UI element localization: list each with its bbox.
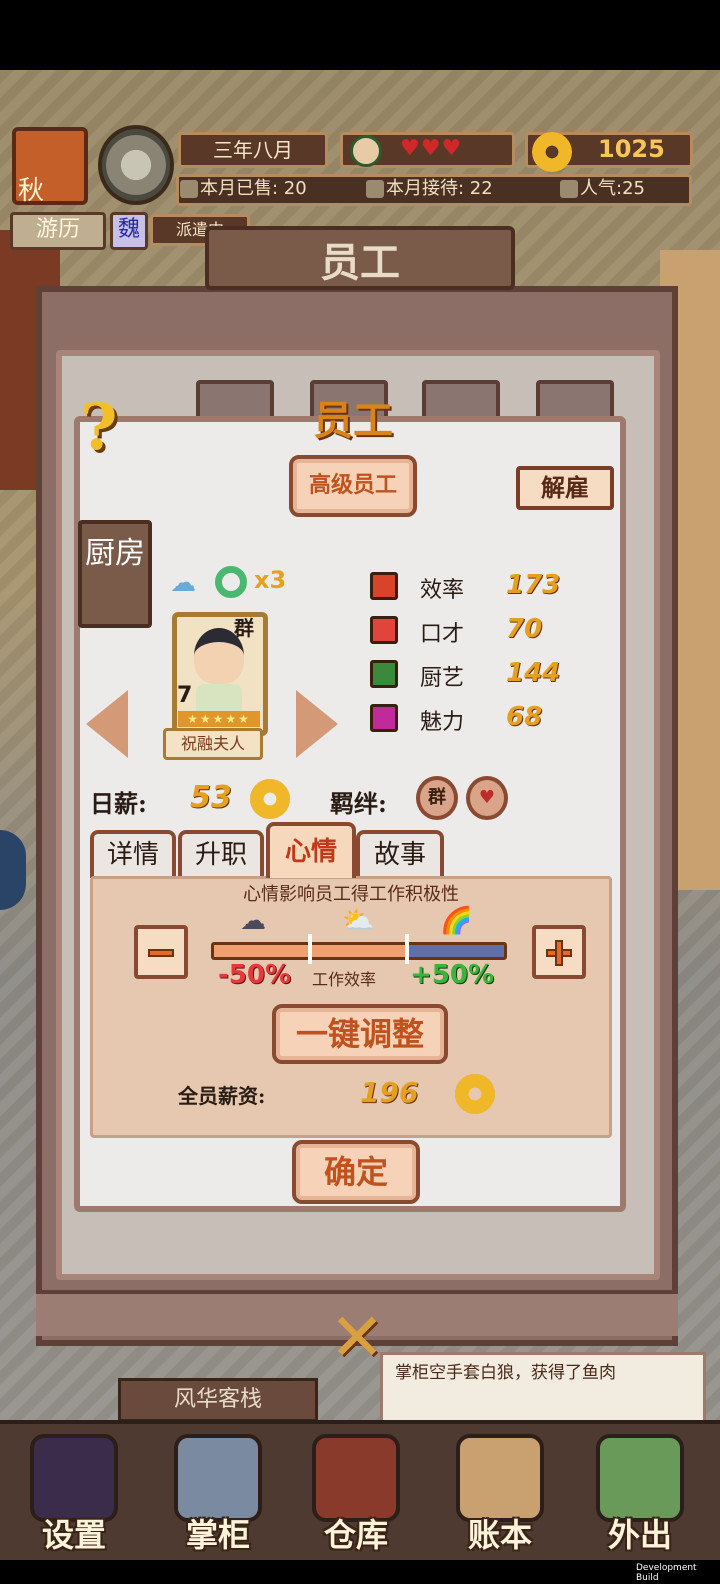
prev-employee-arrow-icon[interactable] <box>86 690 128 758</box>
settings-button[interactable]: 设置 <box>14 1430 134 1554</box>
confirm-button[interactable]: 确定 <box>292 1140 420 1204</box>
mood-max-label: +50% <box>410 960 495 990</box>
stat-cooking: 厨艺 144 <box>368 658 628 696</box>
dev-build-label: Development Build <box>636 1563 697 1583</box>
adjust-all-button[interactable]: 一键调整 <box>272 1004 448 1064</box>
mood-slider[interactable] <box>211 942 507 960</box>
received-this-month: 本月接待: 22 <box>366 177 493 201</box>
bond-badge-faction-icon[interactable]: 群 <box>416 776 458 820</box>
ledger-scroll-icon <box>456 1434 544 1522</box>
mood-effect-label: 工作效率 <box>312 970 377 989</box>
warehouse-chest-icon <box>312 1434 400 1522</box>
shopkeeper-icon <box>174 1434 262 1522</box>
stat-efficiency: 效率 173 <box>368 570 628 608</box>
daily-wage-value: 53 <box>190 780 232 815</box>
staff-card-slot[interactable] <box>422 380 500 420</box>
time-wheel-icon[interactable] <box>98 125 174 205</box>
daily-wage-label: 日薪: <box>90 789 147 818</box>
guest-icon <box>366 180 384 198</box>
warehouse-button[interactable]: 仓库 <box>296 1430 416 1554</box>
faction-tag: 群 <box>234 616 254 640</box>
minus-icon <box>148 949 174 957</box>
travel-out-button[interactable]: 外出 <box>580 1430 700 1554</box>
cloudy-weather-icon: ☁ <box>170 568 196 598</box>
department-tab-kitchen[interactable]: 厨房 <box>78 520 152 628</box>
coin-icon <box>455 1074 495 1114</box>
efficiency-icon <box>370 572 398 600</box>
speaker-icon <box>560 180 578 198</box>
avatar[interactable] <box>350 135 382 167</box>
total-salary-label: 全员薪资: <box>178 1084 266 1108</box>
help-icon[interactable]: ? <box>80 390 118 465</box>
mood-threshold-low <box>308 934 312 964</box>
coin-icon <box>250 779 290 819</box>
travel-bundle-icon <box>596 1434 684 1522</box>
mood-threshold-high <box>405 934 409 964</box>
shopkeeper-button[interactable]: 掌柜 <box>158 1430 278 1554</box>
cloudy-icon: ⛅ <box>342 906 375 936</box>
mood-description: 心情影响员工得工作积极性 <box>243 884 459 905</box>
senior-staff-button[interactable]: 高级员工 <box>289 455 417 517</box>
jade-ring-icon <box>215 566 247 598</box>
mouth-icon <box>370 616 398 644</box>
inn-name: 风华客栈 <box>118 1378 318 1422</box>
travel-button[interactable]: 游历 <box>10 212 106 250</box>
staff-panel-title: 员工 <box>320 240 400 286</box>
total-salary-value: 196 <box>360 1076 419 1109</box>
popularity: 人气:25 <box>560 177 645 201</box>
staff-card-slot[interactable] <box>536 380 614 420</box>
buff-multiplier: x3 <box>254 566 287 594</box>
ledger-button[interactable]: 账本 <box>440 1430 560 1554</box>
stat-eloquence: 口才 70 <box>368 614 628 652</box>
next-employee-arrow-icon[interactable] <box>296 690 338 758</box>
sold-icon <box>180 180 198 198</box>
heart-icon <box>370 704 398 732</box>
coin-count: 1025 <box>598 135 665 163</box>
coin-icon <box>532 132 572 172</box>
sold-this-month: 本月已售: 20 <box>180 177 307 201</box>
employee-name: 祝融夫人 <box>163 728 263 760</box>
tab-mood[interactable]: 心情 <box>266 822 356 878</box>
stat-charm: 魅力 68 <box>368 702 628 740</box>
region-badge[interactable]: 魏 <box>110 212 148 250</box>
tab-details[interactable]: 详情 <box>90 830 176 878</box>
fire-button[interactable]: 解雇 <box>516 466 614 510</box>
mood-min-label: -50% <box>218 960 292 990</box>
bond-label: 羁绊: <box>330 789 387 818</box>
mood-decrease-button[interactable] <box>134 925 188 979</box>
dialog-title: 员工 <box>313 397 393 444</box>
tab-promotion[interactable]: 升职 <box>178 830 264 878</box>
staff-card-slot[interactable] <box>196 380 274 420</box>
employee-level: 7 <box>177 683 193 708</box>
cooking-pot-icon <box>370 660 398 688</box>
bond-badge-heart-icon[interactable]: ♥ <box>466 776 508 820</box>
rain-cloud-icon: ☁ <box>240 906 266 936</box>
mood-increase-button[interactable] <box>532 925 586 979</box>
season-label: 秋 <box>18 176 45 206</box>
star-rating: ★★★★★ <box>178 711 260 727</box>
tab-story[interactable]: 故事 <box>356 830 444 878</box>
event-message: 掌柜空手套白狼，获得了鱼肉 <box>380 1352 706 1424</box>
yin-yang-settings-icon <box>30 1434 118 1522</box>
hearts-icon: ♥♥♥ <box>400 136 463 161</box>
date-display: 三年八月 <box>178 132 328 168</box>
rainbow-icon: 🌈 <box>440 906 473 936</box>
